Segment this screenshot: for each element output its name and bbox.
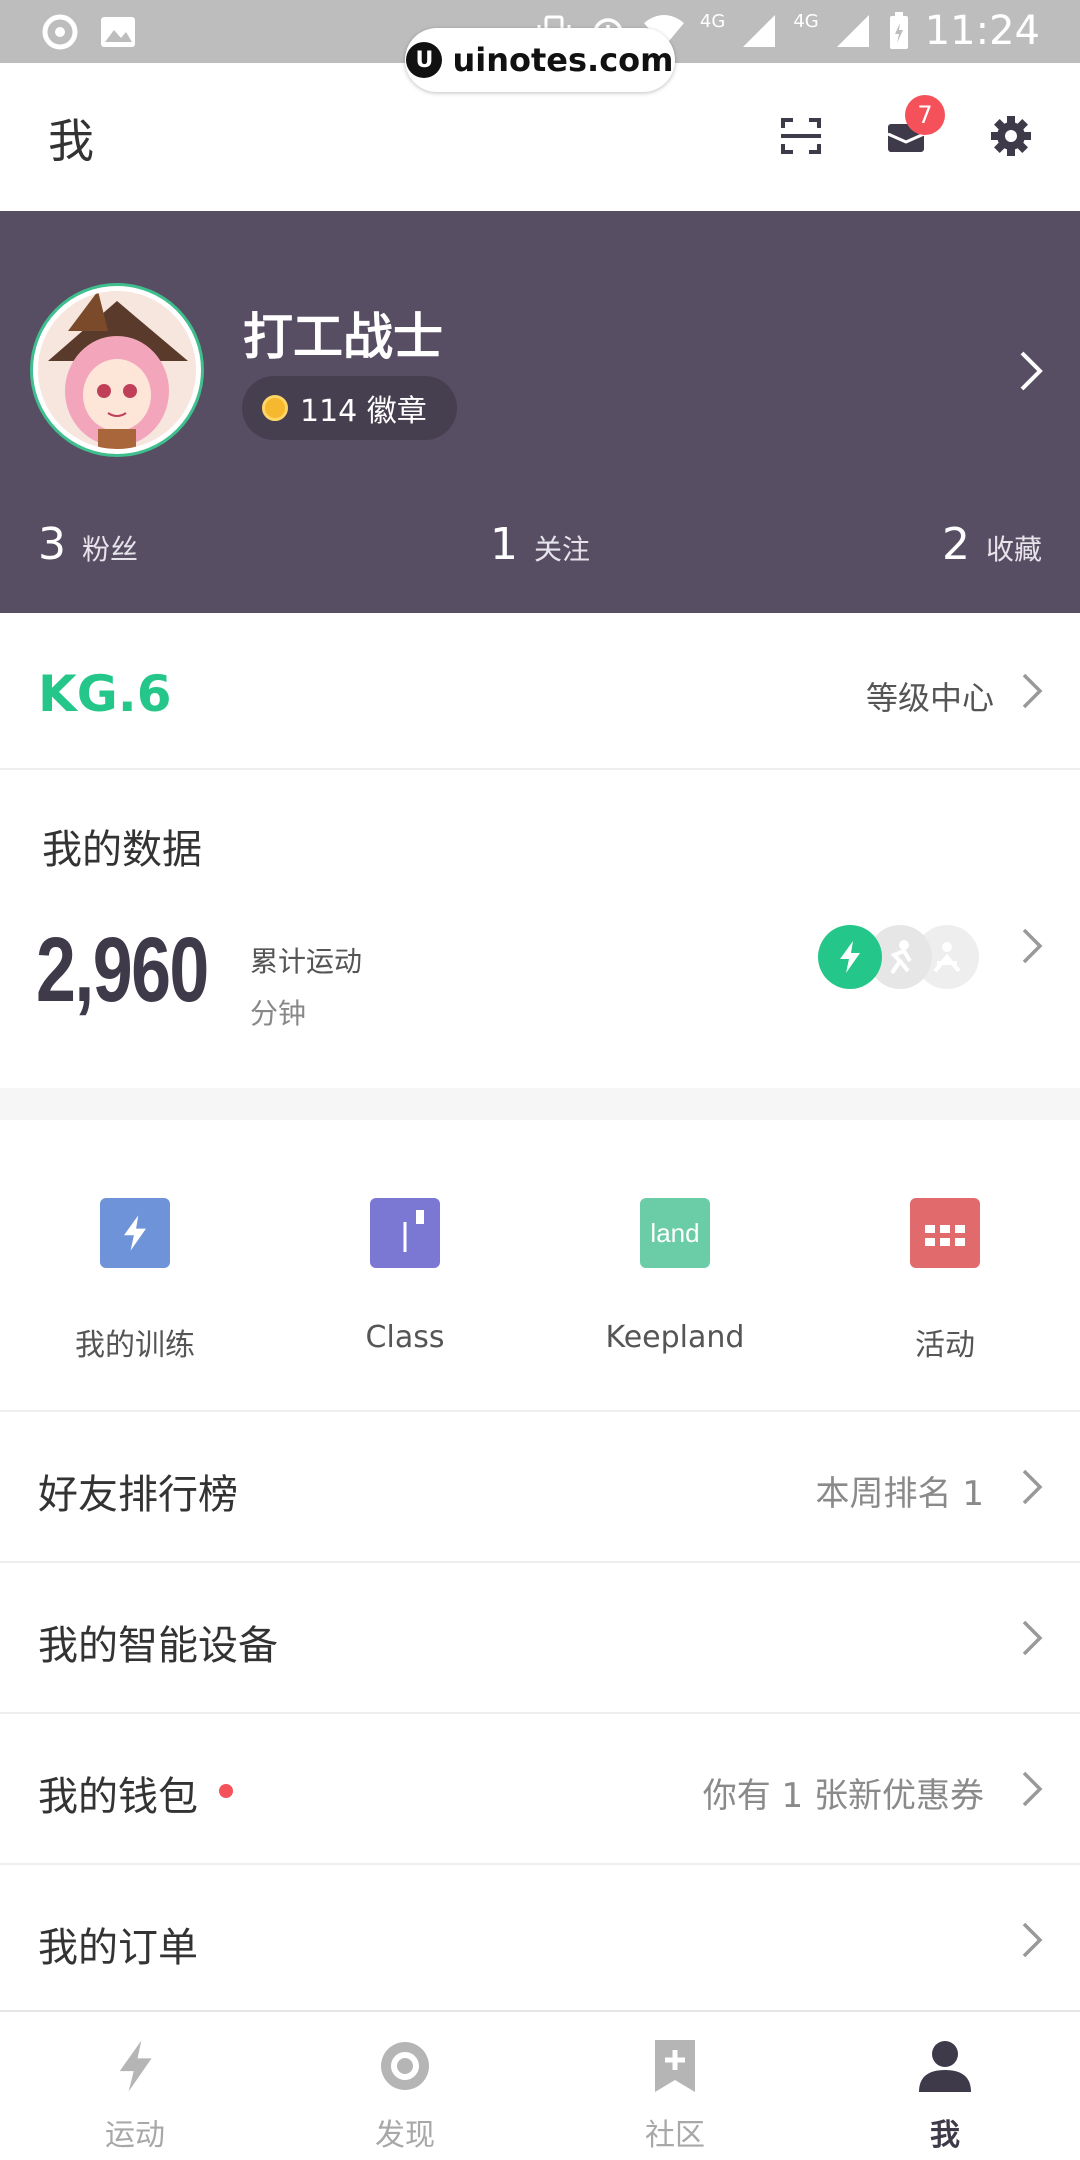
chevron-right-icon (1022, 928, 1043, 964)
row-label: 好友排行榜 (38, 1472, 238, 1518)
stat-following[interactable]: 1 关注 (490, 519, 590, 570)
status-time: 11:24 (924, 8, 1040, 54)
calendar-icon (910, 1198, 980, 1268)
profile-card[interactable]: 打工战士 114 徽章 3 粉丝 1 关注 2 收藏 (0, 211, 1080, 613)
watermark-text: uinotes.com (452, 41, 674, 79)
chevron-right-icon (1022, 1620, 1043, 1656)
level-value: KG.6 (38, 665, 172, 723)
section-title: 我的数据 (42, 827, 202, 873)
unit-label: 分钟 (250, 997, 307, 1030)
row-orders[interactable]: 我的订单 (0, 1865, 1080, 2016)
chevron-right-icon (1022, 1469, 1043, 1505)
network-label: 4G (699, 10, 726, 32)
nav-label: 社区 (645, 2118, 705, 2153)
stat-number: 1 (490, 519, 518, 570)
stat-number: 3 (38, 519, 66, 570)
shortcut-class[interactable]: Class (270, 1120, 540, 1412)
row-wallet[interactable]: 我的钱包 你有 1 张新优惠券 (0, 1714, 1080, 1865)
lightning-icon (818, 925, 882, 989)
shortcut-label: 活动 (915, 1328, 975, 1363)
nav-tab-discover[interactable]: 发现 (270, 2012, 540, 2160)
shortcut-label: Class (365, 1320, 445, 1355)
shortcut-grid: 我的训练 Class land Keepland 活动 (0, 1120, 1080, 1412)
settings-gear-icon[interactable] (983, 108, 1039, 164)
chevron-right-icon (1022, 673, 1043, 709)
row-value: 本周排名 1 (815, 1474, 984, 1514)
avatar[interactable] (33, 286, 201, 454)
scan-icon[interactable] (773, 108, 829, 164)
row-label: 我的订单 (38, 1925, 198, 1971)
shortcut-label: 我的训练 (75, 1328, 195, 1363)
chevron-right-icon (1020, 351, 1043, 391)
nav-tab-community[interactable]: 社区 (540, 2012, 810, 2160)
lightning-icon (100, 1198, 170, 1268)
battery-icon (889, 12, 908, 49)
stat-followers[interactable]: 3 粉丝 (38, 519, 138, 570)
nav-tab-me[interactable]: 我 (810, 2012, 1080, 2160)
level-row[interactable]: KG.6 等级中心 (0, 613, 1080, 770)
lightning-icon (105, 2036, 165, 2096)
stat-favorites[interactable]: 2 收藏 (942, 519, 1042, 570)
shortcut-keepland[interactable]: land Keepland (540, 1120, 810, 1412)
row-smart-devices[interactable]: 我的智能设备 (0, 1563, 1080, 1714)
stat-label: 粉丝 (82, 533, 139, 566)
badge-count-label: 114 徽章 (300, 394, 427, 429)
my-data-card[interactable]: 我的数据 2,960 累计运动 分钟 (0, 772, 1080, 1088)
image-icon (101, 17, 135, 47)
nav-label: 发现 (375, 2118, 435, 2153)
badge-coin-icon (262, 395, 288, 421)
username: 打工战士 (243, 308, 443, 366)
watermark-logo: U (406, 42, 443, 78)
stat-number: 2 (942, 519, 970, 570)
row-friend-ranking[interactable]: 好友排行榜 本周排名 1 (0, 1412, 1080, 1563)
signal-icon (836, 15, 869, 47)
new-indicator-dot (219, 1784, 233, 1798)
badge-count-pill[interactable]: 114 徽章 (242, 376, 457, 440)
network-label: 4G (793, 10, 819, 32)
row-value: 你有 1 张新优惠券 (702, 1776, 984, 1816)
notification-icon (42, 14, 78, 50)
chevron-right-icon (1022, 1771, 1043, 1807)
land-icon: land (640, 1198, 710, 1268)
nav-label: 我 (930, 2118, 960, 2153)
total-minutes: 2,960 (36, 919, 209, 1021)
signal-icon (743, 15, 776, 47)
chevron-right-icon (1022, 1922, 1043, 1958)
watermark: U uinotes.com (405, 28, 675, 92)
page-title: 我 (48, 114, 94, 168)
shortcut-activity[interactable]: 活动 (810, 1120, 1080, 1412)
discover-icon (375, 2036, 435, 2096)
nav-tab-sport[interactable]: 运动 (0, 2012, 270, 2160)
stat-label: 收藏 (986, 533, 1043, 566)
inbox-badge: 7 (905, 95, 945, 135)
total-label: 累计运动 (250, 945, 363, 978)
bookmark-plus-icon (645, 2036, 705, 2096)
shortcut-my-training[interactable]: 我的训练 (0, 1120, 270, 1412)
land-icon-text: land (650, 1217, 700, 1248)
shortcut-label: Keepland (605, 1320, 745, 1355)
nav-label: 运动 (105, 2118, 165, 2153)
row-label: 我的智能设备 (38, 1623, 278, 1669)
level-center-link: 等级中心 (865, 679, 994, 717)
row-label: 我的钱包 (38, 1774, 198, 1820)
stat-label: 关注 (534, 533, 591, 566)
section-divider (0, 1088, 1080, 1120)
book-icon (370, 1198, 440, 1268)
bottom-nav: 运动 发现 社区 我 (0, 2010, 1080, 2160)
person-icon (915, 2036, 975, 2096)
